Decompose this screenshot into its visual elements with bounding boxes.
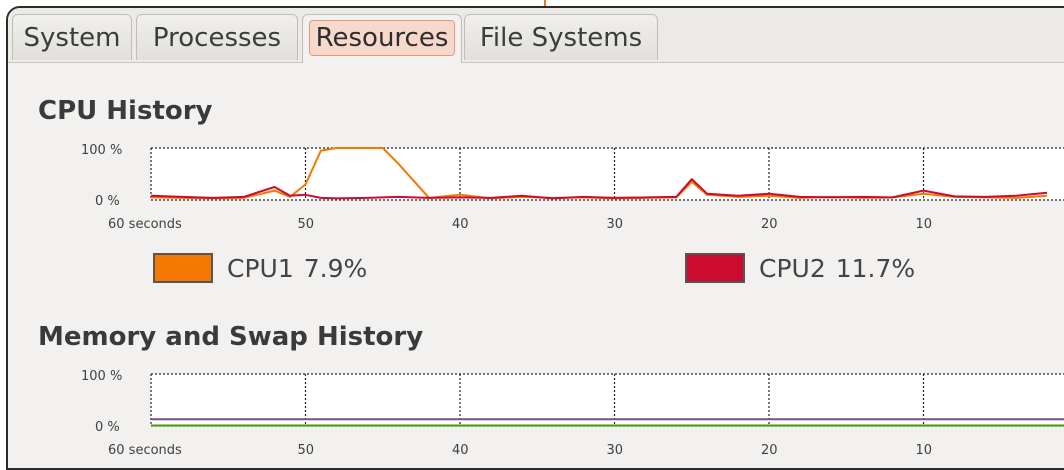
history-charts: 60 seconds 50 40 30 20 10100 %0 %60 seconds 50… — [81, 143, 1064, 458]
cpu-chart-x-tick-3: 30 — [607, 217, 624, 232]
cpu-chart-y-tick-bottom: 0 % — [95, 194, 120, 209]
cpu-chart-x-tick-0: 60 seconds — [108, 217, 182, 232]
cpu-chart-x-tick-1: 50 — [298, 217, 315, 232]
system-monitor-window: System Processes Resources File Systems … — [6, 6, 1064, 470]
cpu-chart-y-tick-top: 100 % — [81, 143, 122, 158]
memory-chart-y-tick-bottom: 0 % — [95, 420, 120, 435]
cpu-chart-x-tick-4: 20 — [761, 217, 778, 232]
cpu-chart-x-tick-5: 10 — [916, 217, 933, 232]
memory-chart-y-tick-top: 100 % — [81, 369, 122, 384]
cpu-chart-x-tick-2: 40 — [452, 217, 469, 232]
